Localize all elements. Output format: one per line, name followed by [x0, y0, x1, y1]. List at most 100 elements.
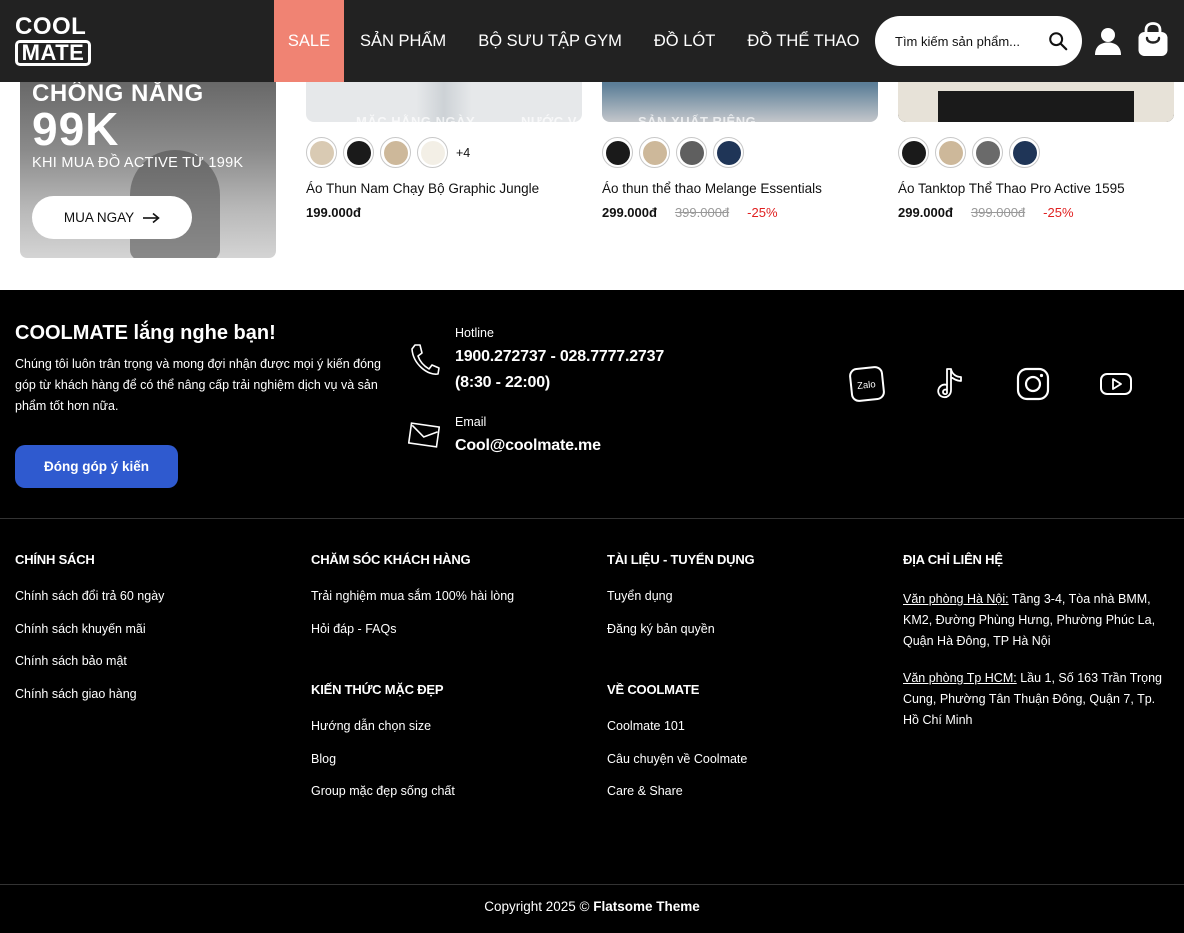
- nav-item-underwear[interactable]: ĐỒ LÓT: [638, 0, 731, 82]
- current-price: 199.000đ: [306, 205, 361, 220]
- product-card[interactable]: SẢN XUẤT RIÊNG Áo thun thể thao Melange …: [602, 60, 878, 240]
- footer-link[interactable]: Câu chuyện về Coolmate: [607, 752, 887, 785]
- column-title: VỀ COOLMATE: [607, 682, 700, 697]
- color-swatch[interactable]: [1009, 137, 1040, 168]
- coolmate-logo[interactable]: COOL MATE: [15, 14, 91, 66]
- user-account-icon[interactable]: [1094, 26, 1122, 56]
- hcm-office-address: Văn phòng Tp HCM: Lầu 1, Số 163 Trần Trọ…: [903, 668, 1173, 731]
- color-swatches: +4: [306, 137, 470, 168]
- original-price: 399.000đ: [674, 205, 730, 220]
- email-label: Email: [455, 415, 487, 429]
- hcm-office-label[interactable]: Văn phòng Tp HCM:: [903, 671, 1017, 685]
- footer-bottom-divider: [0, 884, 1184, 885]
- color-swatch[interactable]: [343, 137, 374, 168]
- more-colors-count[interactable]: +4: [456, 146, 470, 160]
- color-swatch[interactable]: [417, 137, 448, 168]
- footer-link[interactable]: Hỏi đáp - FAQs: [311, 622, 591, 655]
- instagram-icon[interactable]: [1015, 366, 1051, 402]
- product-card[interactable]: MẶC HẰNG NGÀY NƯỚC V +4 Áo Thun Nam Chạy…: [306, 60, 582, 240]
- footer-column-docs: TÀI LIỆU - TUYỂN DỤNG Tuyển dụng Đăng ký…: [607, 552, 887, 817]
- color-swatch[interactable]: [676, 137, 707, 168]
- hotline-numbers[interactable]: 1900.272737 - 028.7777.2737: [455, 348, 664, 366]
- color-swatches: [898, 137, 1040, 168]
- hotline-label: Hotline: [455, 326, 494, 340]
- nav-item-sportswear[interactable]: ĐỒ THỂ THAO: [731, 0, 875, 82]
- footer-link[interactable]: Coolmate 101: [607, 719, 887, 752]
- product-price: 199.000đ: [306, 205, 361, 220]
- footer-link[interactable]: Đăng ký bản quyền: [607, 622, 887, 655]
- product-name[interactable]: Áo Thun Nam Chạy Bộ Graphic Jungle: [306, 181, 539, 196]
- feedback-button[interactable]: Đóng góp ý kiến: [15, 445, 178, 488]
- footer-link[interactable]: Chính sách đổi trả 60 ngày: [15, 589, 295, 622]
- product-price: 299.000đ 399.000đ -25%: [602, 205, 778, 220]
- footer-link[interactable]: Chính sách khuyến mãi: [15, 622, 295, 655]
- hotline-hours: (8:30 - 22:00): [455, 374, 551, 391]
- zalo-icon-text: Zalo: [857, 379, 877, 392]
- shopping-bag-icon[interactable]: [1137, 22, 1169, 58]
- nav-item-gym-collection[interactable]: BỘ SƯU TẬP GYM: [462, 0, 638, 82]
- site-footer: COOLMATE lắng nghe bạn! Chúng tôi luôn t…: [0, 290, 1184, 933]
- footer-link[interactable]: Blog: [311, 752, 591, 785]
- product-image-bg: [1134, 91, 1174, 122]
- color-swatch[interactable]: [306, 137, 337, 168]
- hanoi-office-label[interactable]: Văn phòng Hà Nội:: [903, 592, 1009, 606]
- color-swatch[interactable]: [602, 137, 633, 168]
- email-icon: [408, 422, 440, 448]
- nav-item-products[interactable]: SẢN PHẨM: [344, 0, 462, 82]
- current-price: 299.000đ: [898, 205, 953, 220]
- color-swatch[interactable]: [639, 137, 670, 168]
- footer-link[interactable]: Care & Share: [607, 784, 887, 817]
- footer-link[interactable]: Tuyển dụng: [607, 589, 887, 622]
- theme-link[interactable]: Flatsome Theme: [593, 899, 700, 914]
- logo-line-2: MATE: [15, 40, 91, 66]
- logo-line-1: COOL: [15, 13, 87, 40]
- search-input[interactable]: [895, 31, 1045, 51]
- arrow-right-icon: [143, 212, 160, 223]
- column-title: ĐỊA CHỈ LIÊN HỆ: [903, 552, 1003, 567]
- main-nav: SALE SẢN PHẨM BỘ SƯU TẬP GYM ĐỒ LÓT ĐỒ T…: [274, 0, 875, 82]
- phone-icon: [411, 344, 440, 375]
- discount-badge: -25%: [1043, 205, 1074, 220]
- discount-badge: -25%: [747, 205, 778, 220]
- color-swatch[interactable]: [898, 137, 929, 168]
- search-box: [875, 16, 1082, 66]
- product-name[interactable]: Áo Tanktop Thể Thao Pro Active 1595: [898, 181, 1125, 196]
- column-title: KIẾN THỨC MẶC ĐẸP: [311, 682, 444, 697]
- color-swatch[interactable]: [935, 137, 966, 168]
- tiktok-icon[interactable]: [932, 366, 968, 402]
- footer-link[interactable]: Hướng dẫn chọn size: [311, 719, 591, 752]
- product-price: 299.000đ 399.000đ -25%: [898, 205, 1074, 220]
- product-image-bg: [898, 91, 938, 122]
- color-swatch[interactable]: [380, 137, 411, 168]
- footer-link[interactable]: Group mặc đẹp sống chất: [311, 784, 591, 817]
- shop-now-label: MUA NGAY: [63, 210, 135, 225]
- color-swatches: [602, 137, 744, 168]
- feedback-title: COOLMATE lắng nghe bạn!: [15, 322, 276, 344]
- product-name[interactable]: Áo thun thể thao Melange Essentials: [602, 181, 822, 196]
- footer-divider: [0, 518, 1184, 519]
- shop-now-button[interactable]: MUA NGAY: [32, 196, 192, 239]
- image-overlay-text: SẢN XUẤT RIÊNG: [638, 114, 757, 122]
- image-overlay-text: NƯỚC V: [521, 114, 577, 122]
- nav-item-sale[interactable]: SALE: [274, 0, 344, 82]
- original-price: 399.000đ: [970, 205, 1026, 220]
- footer-column-customer-care: CHĂM SÓC KHÁCH HÀNG Trải nghiệm mua sắm …: [311, 552, 591, 817]
- current-price: 299.000đ: [602, 205, 657, 220]
- copyright: Copyright 2025 © Flatsome Theme: [0, 899, 1184, 914]
- footer-link[interactable]: Chính sách bảo mật: [15, 654, 295, 687]
- column-title: CHĂM SÓC KHÁCH HÀNG: [311, 552, 471, 567]
- zalo-icon[interactable]: Zalo: [849, 366, 885, 402]
- color-swatch[interactable]: [713, 137, 744, 168]
- footer-column-contact: ĐỊA CHỈ LIÊN HỆ Văn phòng Hà Nội: Tầng 3…: [903, 552, 1183, 747]
- email-address[interactable]: Cool@coolmate.me: [455, 437, 601, 455]
- hanoi-office-address: Văn phòng Hà Nội: Tầng 3-4, Tòa nhà BMM,…: [903, 589, 1173, 652]
- banner-subtitle: KHI MUA ĐỒ ACTIVE TỪ 199K: [32, 155, 244, 171]
- promo-banner[interactable]: CHỐNG NẮNG 99K KHI MUA ĐỒ ACTIVE TỪ 199K…: [20, 60, 276, 258]
- footer-link[interactable]: Chính sách giao hàng: [15, 687, 295, 720]
- youtube-icon[interactable]: [1098, 366, 1134, 402]
- site-header: COOL MATE SALE SẢN PHẨM BỘ SƯU TẬP GYM Đ…: [0, 0, 1184, 82]
- footer-link[interactable]: Trải nghiệm mua sắm 100% hài lòng: [311, 589, 591, 622]
- search-icon[interactable]: [1047, 30, 1069, 52]
- product-card[interactable]: Áo Tanktop Thể Thao Pro Active 1595 299.…: [898, 60, 1174, 240]
- color-swatch[interactable]: [972, 137, 1003, 168]
